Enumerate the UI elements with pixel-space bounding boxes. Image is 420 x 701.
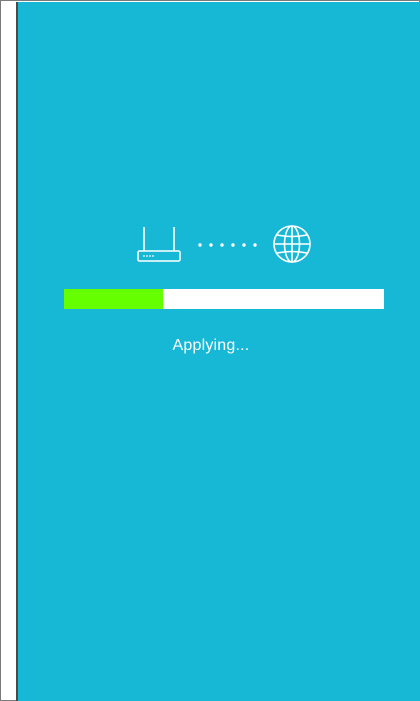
status-label: Applying...	[172, 337, 250, 354]
globe-icon	[273, 225, 311, 263]
router-icon	[137, 227, 181, 262]
connection-dots	[198, 243, 257, 247]
connection-status-row	[1, 223, 420, 267]
app-screen: Applying...	[0, 0, 420, 701]
progress-bar-fill	[64, 289, 164, 309]
progress-bar	[64, 289, 384, 309]
